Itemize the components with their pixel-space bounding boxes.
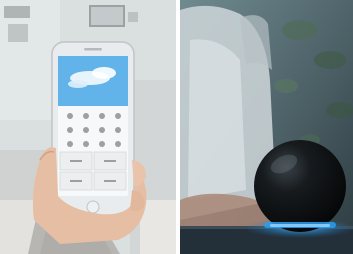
photo-hand-phone [0, 0, 176, 254]
photo-smart-speaker [180, 0, 353, 254]
smart-speaker-orb-icon [254, 140, 346, 232]
picture-frame-icon [89, 5, 125, 27]
smartphone-icon [51, 41, 135, 219]
photo-smart-speaker-art [180, 0, 353, 254]
wall-frame-icon [4, 6, 30, 18]
photo-hand-phone-art [0, 0, 176, 254]
